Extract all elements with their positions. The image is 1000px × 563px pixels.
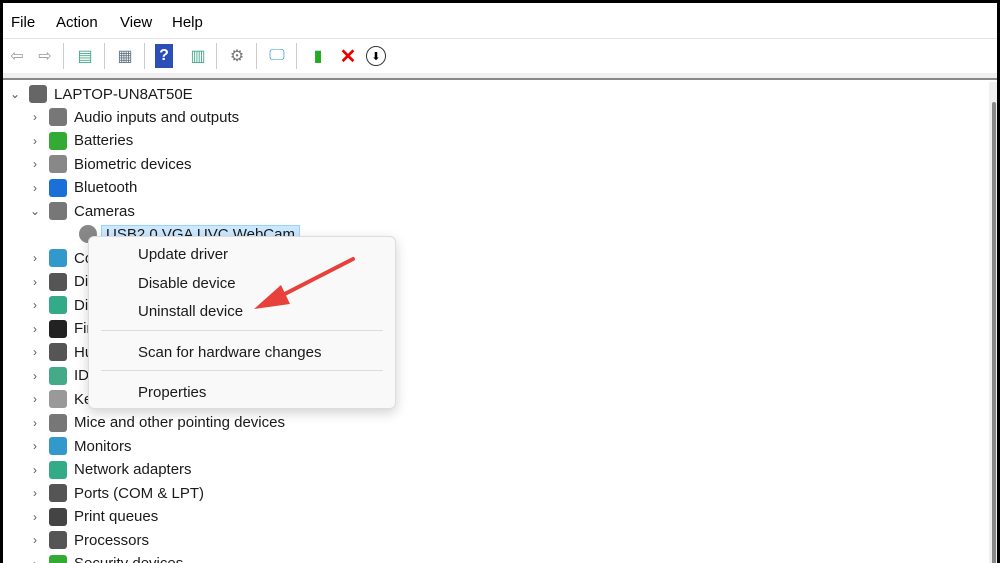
- annotation-arrow: [254, 257, 355, 309]
- device-manager-window: File Action View Help ⇦ ⇨ ▤ ▦ ? ▥ ⚙ 🖵 ▮ …: [3, 3, 997, 563]
